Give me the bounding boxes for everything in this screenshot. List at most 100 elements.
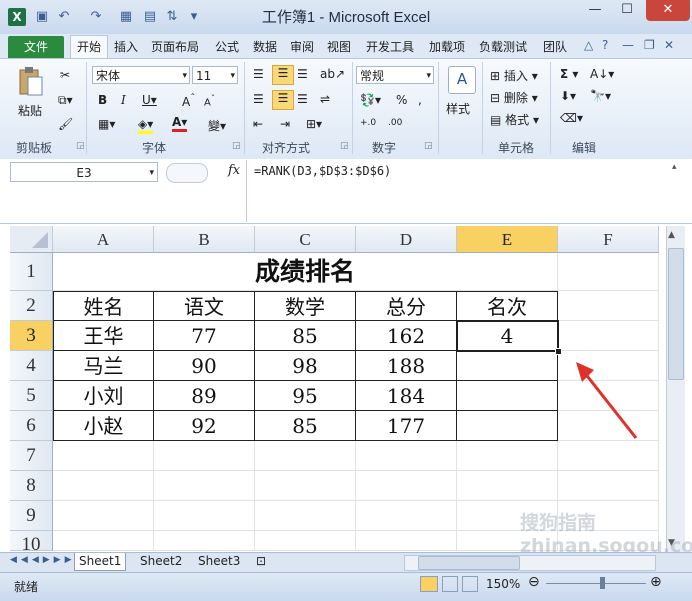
horizontal-scroll-thumb[interactable]	[418, 556, 520, 570]
column-header[interactable]: C	[255, 226, 356, 253]
row-header[interactable]: 4	[10, 351, 53, 381]
expand-formula-icon[interactable]: ▴	[672, 162, 677, 172]
cut-icon[interactable]: ✂	[60, 68, 70, 82]
empty-cell[interactable]	[356, 471, 457, 501]
normal-view-icon[interactable]	[420, 576, 438, 592]
align-left-icon[interactable]: ☰	[253, 92, 264, 106]
column-header[interactable]: D	[356, 226, 457, 253]
empty-cell[interactable]	[154, 501, 255, 531]
italic-icon[interactable]: I	[121, 93, 126, 107]
font-size-box[interactable]: 11 ▾	[192, 66, 238, 84]
table-cell[interactable]: 188	[356, 351, 457, 381]
row-header[interactable]: 2	[10, 291, 53, 321]
table-cell-selected[interactable]: 4	[457, 321, 558, 351]
font-launcher-icon[interactable]: ◲	[232, 141, 241, 151]
fill-color-icon[interactable]: ◈▾	[138, 117, 154, 134]
align-center-icon[interactable]: ☰	[272, 90, 294, 110]
empty-cell[interactable]	[154, 441, 255, 471]
font-color-icon[interactable]: A▾	[172, 115, 188, 132]
empty-cell[interactable]	[53, 471, 154, 501]
table-header-cell[interactable]: 名次	[457, 291, 558, 321]
sheet-tab-1[interactable]: Sheet1	[74, 553, 127, 571]
table-cell[interactable]	[457, 381, 558, 411]
row-header[interactable]: 6	[10, 411, 53, 441]
tab-insert[interactable]: 插入	[114, 38, 138, 55]
tab-formulas[interactable]: 公式	[215, 38, 239, 55]
column-header-selected[interactable]: E	[457, 226, 558, 253]
empty-cell[interactable]	[53, 501, 154, 531]
zoom-level[interactable]: 150%	[486, 577, 520, 591]
maximize-button[interactable]: ☐	[612, 0, 642, 21]
row-header[interactable]: 9	[10, 501, 53, 531]
empty-cell[interactable]	[558, 321, 659, 351]
table-header-cell[interactable]: 数学	[255, 291, 356, 321]
table-cell[interactable]: 85	[255, 411, 356, 441]
sheet-tab-2[interactable]: Sheet2	[136, 553, 186, 570]
currency-icon[interactable]: 💱▾	[360, 93, 381, 107]
empty-cell[interactable]	[154, 471, 255, 501]
row-header[interactable]: 1	[10, 253, 53, 291]
wrap-text-icon[interactable]: ⇌	[320, 92, 330, 106]
column-header[interactable]: A	[53, 226, 154, 253]
table-cell[interactable]: 王华	[53, 321, 154, 351]
phonetic-icon[interactable]: 變▾	[208, 117, 226, 134]
zoom-in-icon[interactable]: ⊕	[650, 574, 662, 590]
decrease-font-icon[interactable]: Aˇ	[204, 93, 215, 108]
fill-icon[interactable]: ⬇▾	[560, 89, 576, 103]
empty-cell[interactable]	[53, 441, 154, 471]
table-cell[interactable]: 90	[154, 351, 255, 381]
tab-home[interactable]: 开始	[70, 35, 108, 60]
number-format-box[interactable]: 常规 ▾	[356, 66, 434, 84]
orientation-icon[interactable]: ab↗	[320, 67, 345, 81]
table-cell[interactable]: 马兰	[53, 351, 154, 381]
tab-developer[interactable]: 开发工具	[366, 38, 414, 55]
tab-file[interactable]: 文件	[8, 36, 64, 58]
table-cell[interactable]	[457, 351, 558, 381]
styles-icon[interactable]: A	[448, 66, 476, 94]
align-bottom-icon[interactable]: ☰	[297, 67, 308, 81]
empty-cell[interactable]	[53, 531, 154, 551]
tab-load-test[interactable]: 负载测试	[479, 38, 527, 55]
empty-cell[interactable]	[154, 531, 255, 551]
decrease-decimal-icon[interactable]: .00	[388, 118, 402, 128]
page-break-view-icon[interactable]	[462, 576, 478, 592]
close-button[interactable]: ✕	[646, 0, 690, 21]
zoom-out-icon[interactable]: ⊖	[528, 574, 540, 590]
empty-cell[interactable]	[457, 441, 558, 471]
clipboard-launcher-icon[interactable]: ◲	[76, 141, 85, 151]
doc-close-icon[interactable]: ✕	[664, 38, 674, 52]
column-header[interactable]: B	[154, 226, 255, 253]
format-painter-icon[interactable]: 🖌	[58, 117, 73, 131]
vertical-scroll-thumb[interactable]	[668, 248, 684, 380]
bold-icon[interactable]: B	[98, 93, 107, 107]
table-cell[interactable]: 77	[154, 321, 255, 351]
tab-data[interactable]: 数据	[253, 38, 277, 55]
select-all-corner[interactable]	[10, 226, 53, 253]
table-header-cell[interactable]: 姓名	[53, 291, 154, 321]
paste-label[interactable]: 粘贴	[18, 102, 42, 119]
zoom-slider-thumb[interactable]	[600, 577, 605, 589]
table-cell[interactable]	[457, 411, 558, 441]
row-header[interactable]: 10	[10, 531, 53, 551]
format-cells-button[interactable]: ▤ 格式 ▾	[490, 111, 539, 128]
table-header-cell[interactable]: 语文	[154, 291, 255, 321]
tab-team[interactable]: 团队	[543, 38, 567, 55]
sheet-tab-3[interactable]: Sheet3	[194, 553, 244, 570]
empty-cell[interactable]	[356, 441, 457, 471]
page-layout-view-icon[interactable]	[442, 576, 458, 592]
autosum-icon[interactable]: Σ ▾	[560, 67, 578, 81]
number-launcher-icon[interactable]: ◲	[424, 141, 433, 151]
empty-cell[interactable]	[558, 253, 659, 291]
formula-bar-splitter[interactable]	[166, 163, 208, 183]
sort-filter-icon[interactable]: A↓▾	[590, 67, 614, 81]
empty-cell[interactable]	[255, 531, 356, 551]
collapse-ribbon-icon[interactable]: △	[584, 38, 593, 52]
tab-review[interactable]: 审阅	[290, 38, 314, 55]
empty-cell[interactable]	[558, 471, 659, 501]
table-cell[interactable]: 184	[356, 381, 457, 411]
empty-cell[interactable]	[457, 471, 558, 501]
row-header[interactable]: 5	[10, 381, 53, 411]
insert-function-icon[interactable]: fx	[228, 163, 240, 178]
empty-cell[interactable]	[356, 531, 457, 551]
sheet-nav-arrows-icon[interactable]: ◀◀◀▶▶▶	[10, 555, 76, 565]
